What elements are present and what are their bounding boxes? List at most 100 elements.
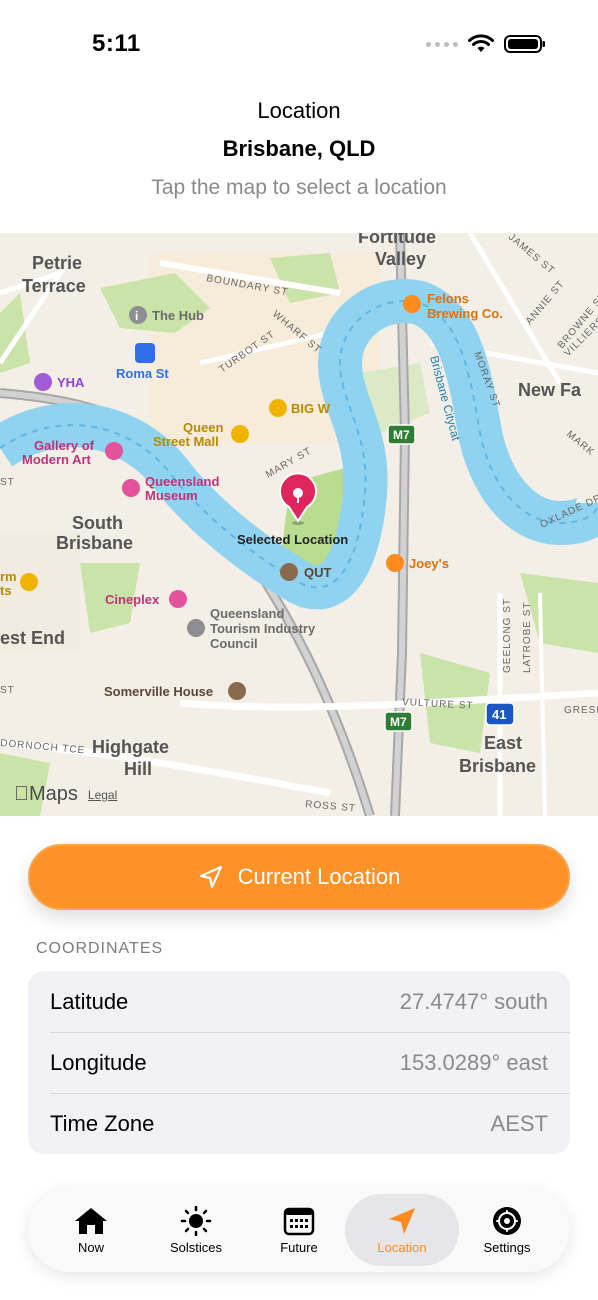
latitude-row: Latitude 27.4747° south bbox=[28, 971, 570, 1032]
page-subtitle: Location bbox=[257, 98, 341, 123]
legal-link[interactable]: Legal bbox=[88, 788, 117, 802]
map-label-brisbane-south: Brisbane bbox=[56, 533, 133, 553]
time-zone-label: Time Zone bbox=[50, 1110, 155, 1136]
map-canvas[interactable]: Fortitude Valley Petrie Terrace New Fa S… bbox=[0, 233, 598, 816]
coordinates-section-title: COORDINATES bbox=[36, 940, 164, 957]
map-label-petrie: Petrie bbox=[32, 253, 82, 273]
latitude-label: Latitude bbox=[50, 988, 129, 1014]
poi-queen-st-2[interactable]: Street Mall bbox=[153, 434, 219, 449]
time-zone-value: AEST bbox=[490, 1110, 548, 1136]
tab-future[interactable]: Future bbox=[244, 1194, 354, 1266]
calendar-icon bbox=[283, 1207, 315, 1235]
poi-museum-2[interactable]: Museum bbox=[145, 488, 198, 503]
maps-brand-text: Maps bbox=[14, 783, 78, 805]
wifi-icon bbox=[468, 34, 494, 52]
poi-felons-2[interactable]: Brewing Co. bbox=[427, 306, 503, 321]
poi-somerville[interactable]: Somerville House bbox=[104, 684, 213, 699]
map-label-east-brisbane: Brisbane bbox=[459, 756, 536, 776]
current-location-label: Current Location bbox=[237, 864, 401, 889]
longitude-label: Longitude bbox=[50, 1049, 147, 1075]
tab-location-label: Location bbox=[377, 1239, 427, 1255]
shopping-icon[interactable] bbox=[269, 399, 287, 417]
map-label-south: South bbox=[72, 513, 123, 533]
cinema-icon[interactable] bbox=[169, 590, 187, 608]
tab-settings-label: Settings bbox=[483, 1239, 531, 1255]
map-label-fortitude: Fortitude bbox=[358, 233, 436, 247]
tab-solstices[interactable]: Solstices bbox=[141, 1194, 251, 1266]
shopping-bag-icon[interactable] bbox=[231, 425, 249, 443]
poi-gallery-1[interactable]: Gallery of bbox=[34, 438, 95, 453]
food-icon[interactable] bbox=[386, 554, 404, 572]
poi-yha[interactable]: YHA bbox=[57, 375, 85, 390]
tab-now[interactable]: Now bbox=[36, 1194, 146, 1266]
poi-qtic-2[interactable]: Tourism Industry bbox=[210, 621, 316, 636]
graduation-cap-icon[interactable] bbox=[280, 563, 298, 581]
battery-icon bbox=[504, 35, 545, 53]
map-label-east: East bbox=[484, 733, 522, 753]
poi-qtic-3[interactable]: Council bbox=[210, 636, 258, 651]
location-arrow-icon bbox=[389, 1207, 415, 1234]
poi-museum-1[interactable]: Queensland bbox=[145, 474, 219, 489]
poi-rm-1[interactable]: rm bbox=[0, 569, 17, 584]
map-label-geelong-st: GEELONG ST bbox=[502, 598, 513, 673]
beer-icon[interactable] bbox=[403, 295, 421, 313]
maps-brand-label: Maps bbox=[14, 783, 78, 806]
map-label-hill: Hill bbox=[124, 759, 152, 779]
tab-solstices-label: Solstices bbox=[169, 1239, 223, 1255]
poi-qtic-1[interactable]: Queensland bbox=[210, 606, 284, 621]
tab-bar: Now Solstices Future Location Settings bbox=[28, 1188, 570, 1272]
apple-logo-icon:  bbox=[14, 783, 29, 805]
museum-icon[interactable] bbox=[122, 479, 140, 497]
map-label-est-end: est End bbox=[0, 628, 65, 648]
svg-text:i: i bbox=[135, 309, 138, 323]
poi-roma-st[interactable]: Roma St bbox=[116, 366, 169, 381]
location-arrow-icon bbox=[199, 865, 222, 889]
map-view[interactable]: Fortitude Valley Petrie Terrace New Fa S… bbox=[0, 233, 598, 816]
longitude-row: Longitude 153.0289° east bbox=[28, 1032, 570, 1093]
map-hint: Tap the map to select a location bbox=[151, 176, 447, 199]
status-time: 5:11 bbox=[92, 30, 141, 57]
poi-gallery-2[interactable]: Modern Art bbox=[22, 452, 92, 467]
signal-icon bbox=[426, 41, 458, 47]
route-41-label: 41 bbox=[492, 707, 506, 722]
map-label-st-b: ST bbox=[0, 685, 15, 696]
art-icon[interactable] bbox=[105, 442, 123, 460]
poi-queen-st-1[interactable]: Queen bbox=[183, 420, 224, 435]
place-icon[interactable] bbox=[187, 619, 205, 637]
tab-location[interactable]: Location bbox=[345, 1194, 459, 1266]
shopping-basket-icon[interactable] bbox=[20, 573, 38, 591]
tab-now-label: Now bbox=[77, 1239, 104, 1255]
latitude-value: 27.4747° south bbox=[399, 988, 548, 1014]
m7-label-b: M7 bbox=[390, 715, 407, 729]
poi-rm-2[interactable]: ts bbox=[0, 583, 12, 598]
time-zone-row: Time Zone AEST bbox=[28, 1093, 570, 1154]
longitude-value: 153.0289° east bbox=[399, 1049, 548, 1075]
m7-label-a: M7 bbox=[393, 428, 410, 442]
train-icon[interactable] bbox=[135, 343, 155, 363]
map-label-terrace: Terrace bbox=[22, 276, 86, 296]
selected-location-label: Selected Location bbox=[237, 532, 348, 547]
poi-the-hub[interactable]: The Hub bbox=[152, 308, 204, 323]
map-label-gresh: GRESH bbox=[564, 705, 598, 716]
map-label-st-a: ST bbox=[0, 477, 15, 488]
poi-qut[interactable]: QUT bbox=[304, 565, 332, 580]
maps-attribution: Maps Legal bbox=[14, 783, 117, 806]
current-location-button[interactable]: Current Location bbox=[28, 844, 570, 910]
bed-icon[interactable] bbox=[34, 373, 52, 391]
page-title: Brisbane, QLD bbox=[222, 136, 376, 161]
poi-felons-1[interactable]: Felons bbox=[427, 291, 469, 306]
sun-icon bbox=[180, 1205, 212, 1236]
status-icons bbox=[426, 34, 546, 54]
map-label-valley: Valley bbox=[375, 249, 426, 269]
location-header: Location Brisbane, QLD Tap the map to se… bbox=[0, 98, 598, 200]
map-label-new-fa: New Fa bbox=[518, 380, 582, 400]
status-bar: 5:11 bbox=[0, 0, 598, 90]
poi-joeys[interactable]: Joey's bbox=[409, 556, 449, 571]
tab-settings[interactable]: Settings bbox=[452, 1194, 562, 1266]
poi-cineplex[interactable]: Cineplex bbox=[105, 592, 160, 607]
tab-future-label: Future bbox=[280, 1239, 318, 1255]
gear-icon bbox=[493, 1206, 521, 1235]
school-icon[interactable] bbox=[228, 682, 246, 700]
poi-big-w[interactable]: BIG W bbox=[291, 401, 331, 416]
coordinates-card: Latitude 27.4747° south Longitude 153.02… bbox=[28, 971, 570, 1154]
